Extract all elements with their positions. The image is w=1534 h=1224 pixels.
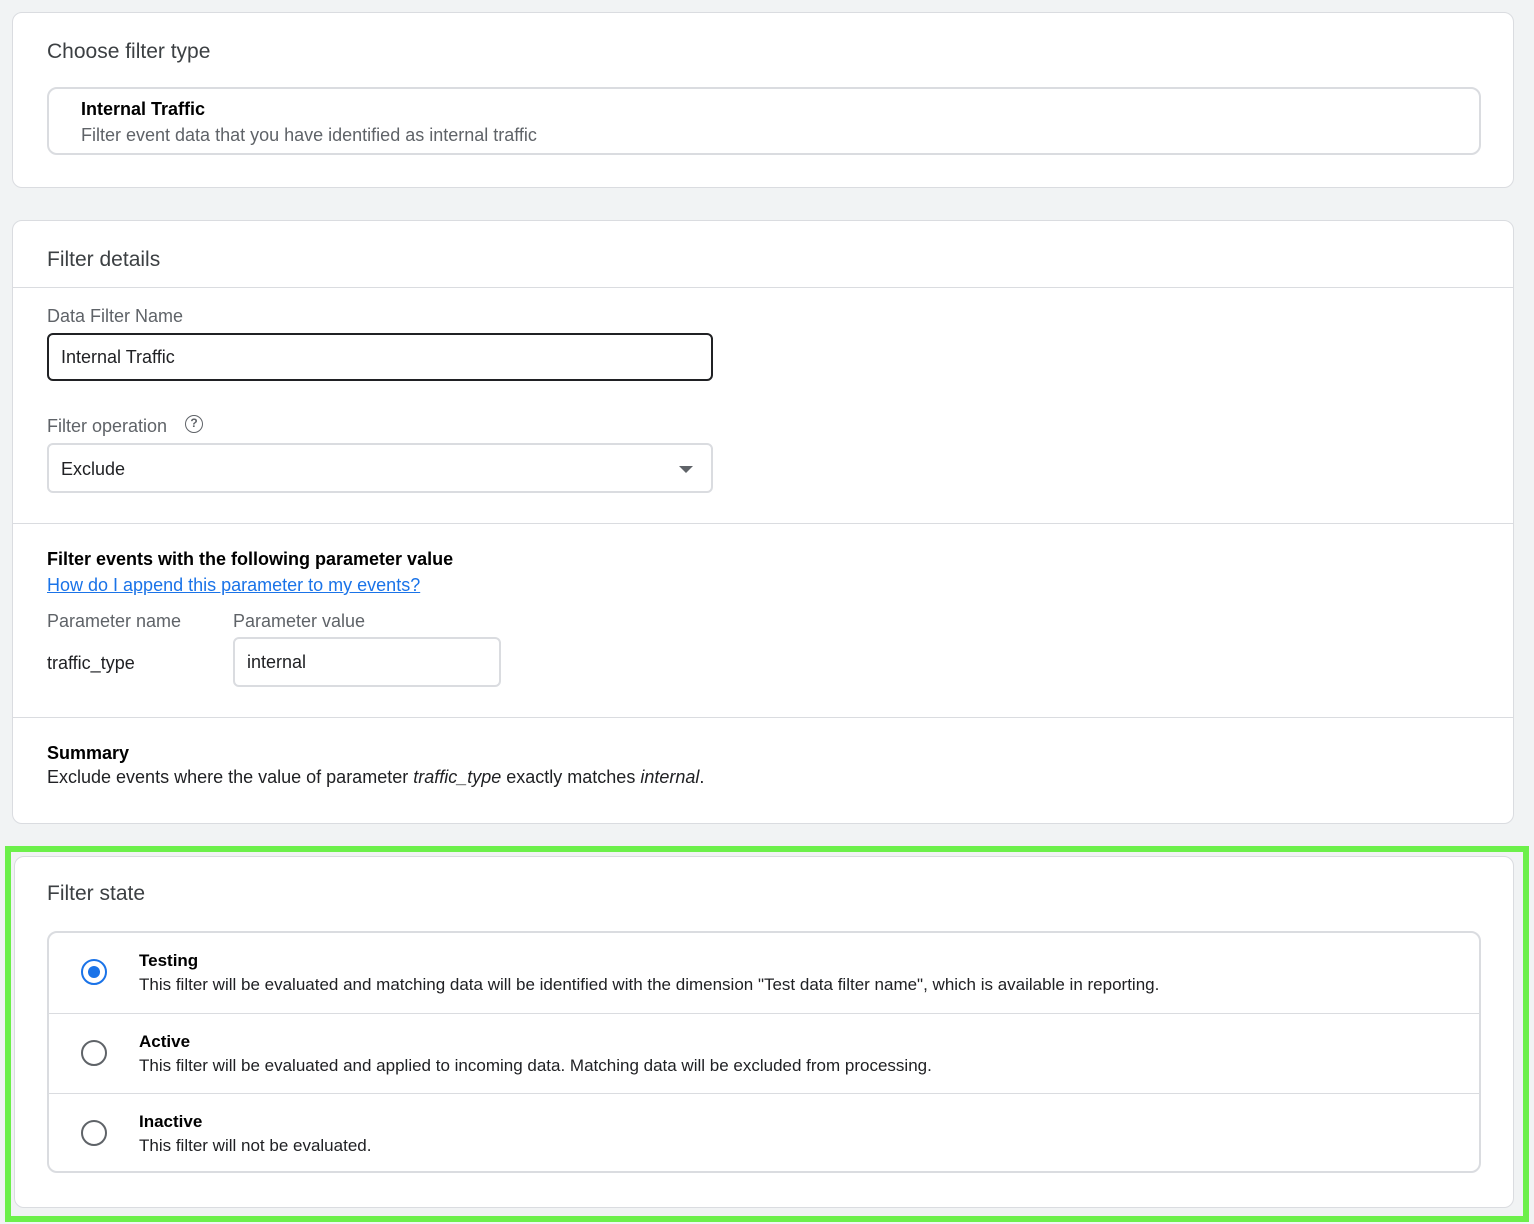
divider — [13, 523, 1513, 524]
filter-operation-label: Filter operation — [47, 416, 168, 436]
filter-state-option-testing[interactable]: Testing This filter will be evaluated an… — [49, 933, 1479, 1013]
parameter-name-label: Parameter name — [47, 611, 182, 631]
state-option-description: This filter will not be evaluated. — [139, 1136, 372, 1155]
summary-heading: Summary — [47, 743, 130, 763]
summary-middle: exactly matches — [501, 767, 641, 787]
filter-type-option-title: Internal Traffic — [81, 99, 206, 119]
state-option-description: This filter will be evaluated and applie… — [139, 1056, 932, 1075]
summary-value: internal — [640, 767, 700, 787]
filter-state-radio-group: Testing This filter will be evaluated an… — [47, 931, 1481, 1173]
summary-suffix: . — [699, 767, 705, 787]
filter-operation-value: Exclude — [61, 459, 126, 479]
radio-button-testing[interactable] — [81, 959, 107, 985]
state-option-title: Inactive — [139, 1112, 203, 1131]
filter-state-option-inactive[interactable]: Inactive This filter will not be evaluat… — [49, 1093, 1479, 1173]
filter-operation-select[interactable]: Exclude — [47, 443, 713, 493]
divider — [13, 287, 1513, 288]
radio-button-active[interactable] — [81, 1040, 107, 1066]
filter-state-title: Filter state — [47, 882, 146, 905]
help-icon[interactable]: ? — [185, 415, 203, 433]
state-option-title: Testing — [139, 951, 199, 970]
filter-type-option-description: Filter event data that you have identifi… — [81, 125, 537, 145]
summary-text: Exclude events where the value of parame… — [47, 767, 704, 788]
summary-param: traffic_type — [413, 767, 502, 787]
divider — [13, 717, 1513, 718]
data-filter-name-label: Data Filter Name — [47, 306, 184, 326]
choose-filter-type-title: Choose filter type — [47, 40, 211, 63]
summary-prefix: Exclude events where the value of parame… — [47, 767, 414, 787]
choose-filter-type-card: Choose filter type Internal Traffic Filt… — [12, 12, 1514, 188]
append-parameter-help-link[interactable]: How do I append this parameter to my eve… — [47, 575, 420, 596]
parameter-value-label: Parameter value — [233, 611, 366, 631]
parameter-section-heading: Filter events with the following paramet… — [47, 549, 454, 569]
filter-details-card: Filter details Data Filter Name Filter o… — [12, 220, 1514, 824]
radio-button-inactive[interactable] — [81, 1120, 107, 1146]
filter-type-option-internal-traffic[interactable]: Internal Traffic Filter event data that … — [47, 87, 1481, 155]
chevron-down-icon — [679, 466, 693, 473]
state-option-title: Active — [139, 1032, 191, 1051]
data-filter-name-input[interactable] — [47, 333, 713, 381]
parameter-name-value: traffic_type — [47, 653, 135, 673]
filter-details-title: Filter details — [47, 248, 161, 271]
filter-state-card: Filter state Testing This filter will be… — [14, 856, 1514, 1208]
parameter-value-input[interactable] — [233, 637, 501, 687]
filter-state-option-active[interactable]: Active This filter will be evaluated and… — [49, 1013, 1479, 1093]
state-option-description: This filter will be evaluated and matchi… — [139, 975, 1160, 994]
